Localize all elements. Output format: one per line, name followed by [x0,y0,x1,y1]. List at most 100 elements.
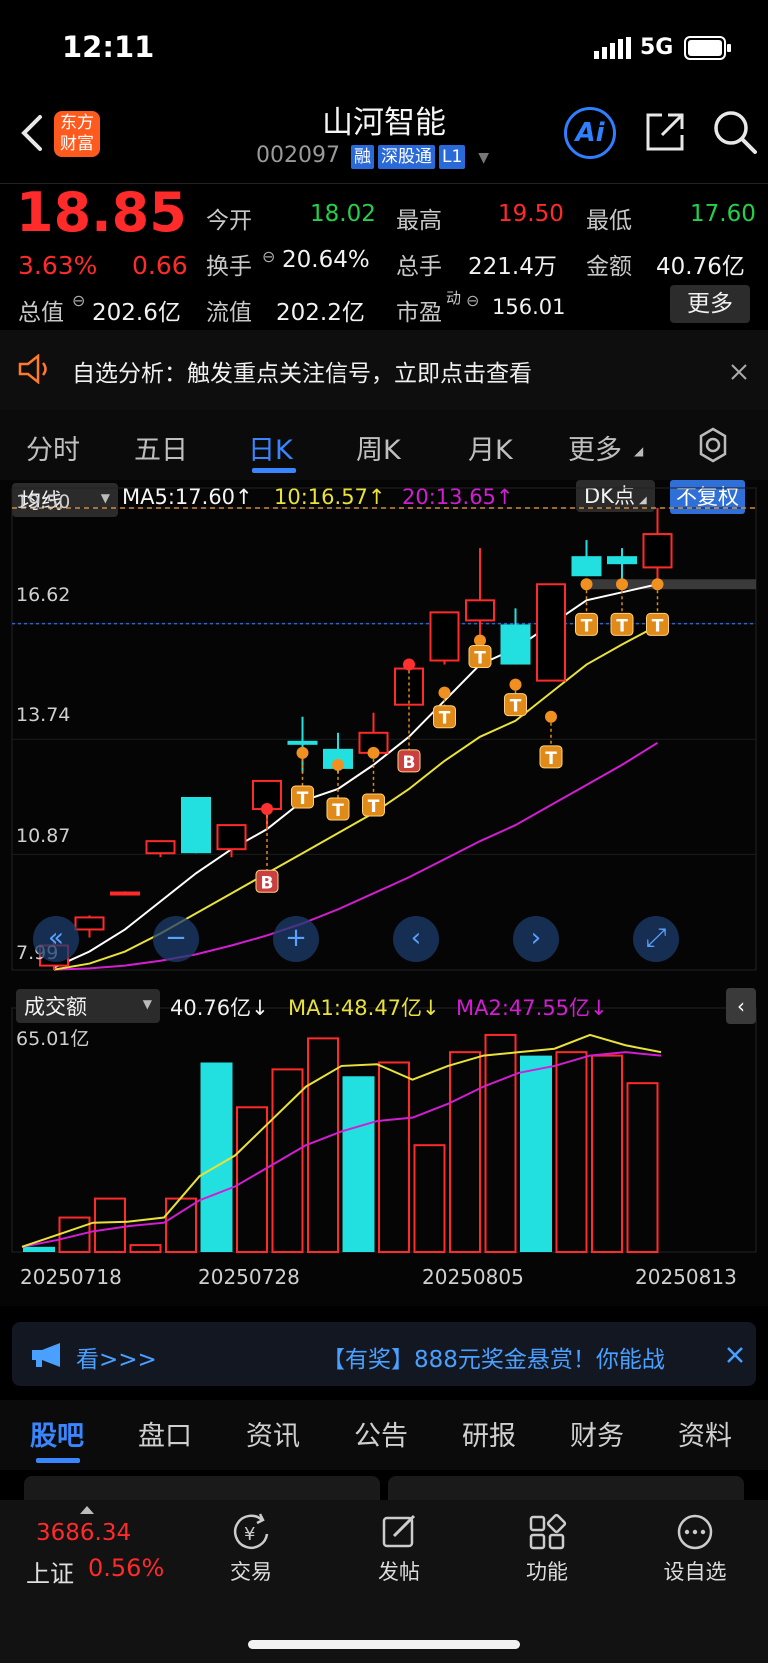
price-axis-label: 16.62 [16,584,71,606]
brand-logo[interactable]: 东方财富 [54,111,100,157]
high-value: 19.50 [498,201,564,227]
volume-ma2-readout: MA2:47.55亿↓ [456,996,608,1020]
tab-announcements[interactable]: 公告 [354,1414,408,1453]
zoom-in-icon[interactable]: + [273,916,319,962]
signal-dot [474,634,486,647]
change-percent: 3.63% [18,251,98,280]
close-icon[interactable] [730,363,748,381]
signal-dot [438,686,451,699]
tab-profile[interactable]: 资料 [678,1414,732,1453]
chart-period-tabs: 分时 五日 日K 周K 月K 更多 ◢ [0,410,768,480]
home-indicator [248,1640,520,1649]
collapse-chevron-icon[interactable]: ‹ [726,988,756,1024]
ai-button[interactable]: Ai [564,107,616,159]
tag-margin: 融 [350,145,374,169]
volume-indicator-label: 成交额 [24,995,87,1019]
tab-research[interactable]: 研报 [462,1414,516,1453]
volume-bar [271,1068,304,1254]
candle-body [642,533,673,569]
signal-label: T [368,797,380,817]
chevron-left-icon[interactable] [16,113,46,153]
close-icon[interactable] [726,1346,744,1364]
index-change[interactable]: 0.56% [88,1554,164,1582]
tab-weekly-k[interactable]: 周K [356,428,401,467]
high-label: 最高 [396,208,442,234]
open-value: 18.02 [310,201,376,227]
post-card[interactable] [388,1476,744,1500]
yen-cycle-icon: ¥ [233,1513,269,1550]
signal-label: T [616,616,628,636]
volume-indicator-select[interactable]: 成交额 ▼ [16,989,160,1023]
fullscreen-icon[interactable]: ⤢ [633,916,679,962]
tab-news[interactable]: 资讯 [246,1414,300,1453]
signal-dot [509,678,522,691]
date-label: 20250813 [635,1265,737,1289]
info-dot-icon[interactable]: ⊖ [262,247,275,266]
price-axis-label: 19.50 [16,491,71,513]
volume-axis-max: 65.01亿 [16,1028,90,1050]
battery-icon [684,36,731,60]
signal-icon [594,37,631,59]
date-label: 20250805 [422,1265,524,1289]
turnover-label: 换手 [206,254,252,280]
signal-dot [616,578,628,591]
zoom-out-icon[interactable]: − [153,916,199,962]
volume-bar [484,1033,517,1254]
grid-icon [529,1513,567,1550]
info-dot-icon[interactable]: ⊖ [72,291,85,310]
info-dot-icon[interactable]: ⊖ [466,291,479,310]
amount-label: 金额 [586,254,632,280]
volume-bar [449,1051,481,1253]
volume-bar [58,1216,91,1253]
active-tab-indicator [252,468,296,473]
amount-value: 40.76亿 [656,254,745,280]
more-button[interactable]: 更多 [670,285,750,323]
candle-body [500,624,531,665]
tab-finance[interactable]: 财务 [570,1414,624,1453]
candle-body [216,824,247,851]
stock-code-row[interactable]: 002097 融深股通 L1 ▼ [256,143,489,169]
signal-label: T [332,801,344,821]
tab-guba[interactable]: 股吧 [30,1414,84,1453]
index-value[interactable]: 3686.34 [36,1520,131,1546]
ma10-line [53,624,658,971]
chevron-left-icon[interactable]: ‹ [393,916,439,962]
edit-icon [382,1514,416,1548]
signal-label: B [261,873,274,893]
stock-code: 002097 [256,143,340,168]
tab-pankou[interactable]: 盘口 [138,1414,192,1453]
tab-more[interactable]: 更多 [568,428,622,467]
notice-banner[interactable]: 自选分析：触发重点关注信号，立即点击查看 [0,330,768,410]
tab-intraday[interactable]: 分时 [26,428,80,467]
signal-dot [545,710,557,723]
kline-chart-area[interactable]: 均线 ▼ MA5:17.60↑ 10:16.57↑ 20:13.65↑ DK点 ◢ … [0,480,768,1306]
section-tabs: 股吧 盘口 资讯 公告 研报 财务 资料 [0,1400,768,1470]
post-card[interactable] [24,1476,380,1500]
tab-daily-k[interactable]: 日K [248,428,293,467]
volume-bar [200,1062,233,1252]
post-button[interactable]: 发帖 [344,1512,454,1586]
candle-body [110,891,140,896]
rewind-icon[interactable]: « [33,916,79,962]
tab-monthly-k[interactable]: 月K [468,428,513,467]
trade-button[interactable]: ¥ 交易 [196,1512,306,1586]
pe-superscript: 动 [446,289,462,307]
ad-text: 【有奖】888元奖金悬赏！你能战 [322,1347,665,1373]
share-icon[interactable] [644,111,686,153]
kline-svg: T T T T T T T T T T B B [11,487,757,1254]
candle-body [74,916,105,931]
signal-label: T [297,789,309,809]
volume-readout: 40.76亿↓ [170,996,269,1020]
candle-body [571,556,602,577]
gear-icon[interactable] [694,426,732,464]
signal-label: T [510,697,522,717]
search-icon[interactable] [712,109,758,155]
tab-five-day[interactable]: 五日 [134,428,188,467]
function-button[interactable]: 功能 [492,1512,602,1586]
chevron-down-icon: ▼ [142,997,152,1011]
ad-banner[interactable]: 看>>> 【有奖】888元奖金悬赏！你能战 [12,1322,756,1386]
chevron-right-icon[interactable]: › [513,916,559,962]
add-watchlist-button[interactable]: 设自选 [640,1512,750,1586]
candle-body [287,740,318,745]
index-name[interactable]: 上证 [26,1554,74,1589]
